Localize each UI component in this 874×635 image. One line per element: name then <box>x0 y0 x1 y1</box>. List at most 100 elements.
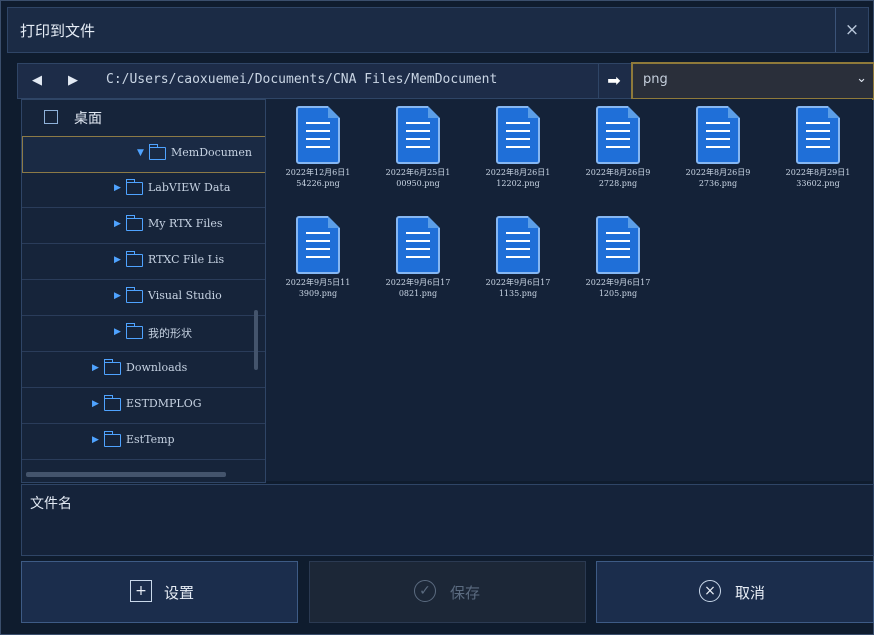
expanded-arrow-icon[interactable]: ▼ <box>137 148 144 158</box>
folder-tree: 桌面 ▼ MemDocumen ▶ LabVIEW Data ▶ My RTX Files… <box>21 99 266 483</box>
collapsed-arrow-icon[interactable]: ▶ <box>114 183 121 193</box>
tree-item-label: Visual Studio <box>148 289 222 302</box>
file-item[interactable]: 2022年9月5日11 3909.png <box>270 211 366 315</box>
tree-item-label: EstTemp <box>126 433 175 446</box>
tree-item-label: ESTDMPLOG <box>126 397 202 410</box>
file-name-line1: 2022年8月26日1 <box>485 168 551 177</box>
file-name-line2: 33602.png <box>796 179 840 188</box>
desktop-icon <box>44 110 58 124</box>
forward-icon[interactable]: ▶ <box>68 73 78 88</box>
cancel-button[interactable]: × 取消 <box>596 561 874 623</box>
file-name: 2022年8月29日1 33602.png <box>770 167 866 189</box>
collapsed-arrow-icon[interactable]: ▶ <box>92 363 99 373</box>
file-name: 2022年9月6日17 1205.png <box>570 277 666 299</box>
filename-label: 文件名 <box>30 496 72 512</box>
file-item[interactable]: 2022年8月29日1 33602.png <box>770 101 866 205</box>
tree-vertical-scrollbar[interactable] <box>254 310 258 370</box>
settings-label: 设置 <box>164 584 195 602</box>
tree-root-label: 桌面 <box>74 111 102 127</box>
go-arrow-icon[interactable]: ➡ <box>598 64 629 98</box>
filename-field[interactable]: 文件名 <box>21 484 874 556</box>
file-name-line2: 1205.png <box>598 289 638 298</box>
tree-item-label: LabVIEW Data <box>148 181 231 194</box>
tree-item[interactable]: ▶ RTXC File Lis <box>22 244 265 280</box>
file-item[interactable]: 2022年8月26日9 2736.png <box>670 101 766 205</box>
tree-item[interactable]: ▶ EstTemp <box>22 424 265 460</box>
file-name-line1: 2022年9月6日17 <box>585 278 651 287</box>
tree-item[interactable]: ▶ My RTX Files <box>22 208 265 244</box>
file-name-line2: 3909.png <box>298 289 338 298</box>
file-item[interactable]: 2022年9月6日17 1205.png <box>570 211 666 315</box>
document-icon <box>496 106 540 164</box>
document-icon <box>596 106 640 164</box>
document-icon <box>396 216 440 274</box>
folder-icon <box>126 251 143 267</box>
tree-horizontal-scrollbar[interactable] <box>26 472 226 477</box>
file-name-line2: 2736.png <box>698 179 738 188</box>
folder-icon <box>104 431 121 447</box>
file-type-filter[interactable]: png ⌄ <box>631 62 874 100</box>
file-name-line2: 1135.png <box>498 289 538 298</box>
settings-plus-icon: + <box>130 580 152 602</box>
filter-value: png <box>643 72 668 87</box>
file-name-line2: 00950.png <box>396 179 440 188</box>
file-name-line1: 2022年9月5日11 <box>285 278 351 287</box>
folder-icon <box>126 323 143 339</box>
document-icon <box>396 106 440 164</box>
file-item[interactable]: 2022年9月6日17 1135.png <box>470 211 566 315</box>
file-name-line1: 2022年12月6日1 <box>285 168 351 177</box>
file-item[interactable]: 2022年12月6日1 54226.png <box>270 101 366 205</box>
file-item[interactable]: 2022年9月6日17 0821.png <box>370 211 466 315</box>
save-button[interactable]: ✓ 保存 <box>309 561 586 623</box>
tree-item[interactable]: ▶ ESTDMPLOG <box>22 388 265 424</box>
tree-item-label: RTXC File Lis <box>148 253 225 266</box>
file-name-line2: 54226.png <box>296 179 340 188</box>
file-name-line1: 2022年6月25日1 <box>385 168 451 177</box>
collapsed-arrow-icon[interactable]: ▶ <box>92 435 99 445</box>
collapsed-arrow-icon[interactable]: ▶ <box>114 291 121 301</box>
folder-icon <box>104 359 121 375</box>
tree-item[interactable]: ▶ Visual Studio <box>22 280 265 316</box>
folder-icon <box>126 215 143 231</box>
file-name-line1: 2022年8月26日9 <box>685 168 751 177</box>
file-item[interactable]: 2022年8月26日1 12202.png <box>470 101 566 205</box>
file-name-line2: 0821.png <box>398 289 438 298</box>
settings-button[interactable]: + 设置 <box>21 561 298 623</box>
cancel-x-icon: × <box>699 580 721 602</box>
file-name: 2022年9月5日11 3909.png <box>270 277 366 299</box>
document-icon <box>296 216 340 274</box>
title-bar: 打印到文件 × <box>7 7 869 53</box>
document-icon <box>596 216 640 274</box>
tree-item[interactable]: ▶ Downloads <box>22 352 265 388</box>
file-name: 2022年8月26日9 2736.png <box>670 167 766 189</box>
back-icon[interactable]: ◀ <box>32 73 42 88</box>
file-name-line2: 12202.png <box>496 179 540 188</box>
tree-item-label: MemDocumen <box>171 146 252 159</box>
file-item[interactable]: 2022年6月25日1 00950.png <box>370 101 466 205</box>
path-field[interactable]: C:/Users/caoxuemei/Documents/CNA Files/M… <box>106 72 497 87</box>
folder-icon <box>126 179 143 195</box>
file-name: 2022年8月26日9 2728.png <box>570 167 666 189</box>
tree-item-label: My RTX Files <box>148 217 223 230</box>
close-icon[interactable]: × <box>835 8 868 52</box>
dialog-title: 打印到文件 <box>20 22 96 40</box>
path-toolbar: ◀ ▶ C:/Users/caoxuemei/Documents/CNA Fil… <box>17 62 874 100</box>
folder-icon <box>126 287 143 303</box>
cancel-label: 取消 <box>735 584 766 602</box>
folder-icon <box>104 395 121 411</box>
file-name-line1: 2022年9月6日17 <box>485 278 551 287</box>
document-icon <box>296 106 340 164</box>
document-icon <box>796 106 840 164</box>
tree-root-desktop[interactable]: 桌面 <box>22 100 265 134</box>
collapsed-arrow-icon[interactable]: ▶ <box>114 219 121 229</box>
tree-item-label: Downloads <box>126 361 188 374</box>
tree-item[interactable]: ▼ MemDocumen <box>22 136 265 173</box>
collapsed-arrow-icon[interactable]: ▶ <box>114 327 121 337</box>
file-item[interactable]: 2022年8月26日9 2728.png <box>570 101 666 205</box>
folder-icon <box>149 144 166 160</box>
collapsed-arrow-icon[interactable]: ▶ <box>114 255 121 265</box>
tree-item-label: 我的形状 <box>148 327 192 340</box>
tree-item[interactable]: ▶ LabVIEW Data <box>22 172 265 208</box>
tree-item[interactable]: ▶ 我的形状 <box>22 316 265 352</box>
collapsed-arrow-icon[interactable]: ▶ <box>92 399 99 409</box>
